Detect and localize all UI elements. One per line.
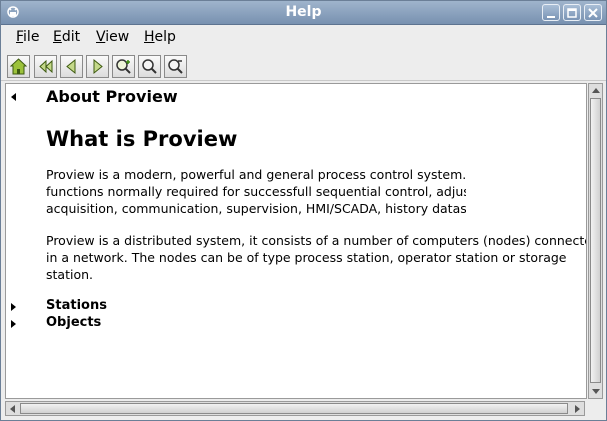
maximize-icon [567,8,577,18]
minimize-button[interactable] [542,4,560,21]
vertical-scroll-thumb[interactable] [590,98,601,383]
toolbar [1,51,606,81]
previous-button[interactable] [60,55,83,78]
next-button[interactable] [86,55,109,78]
menu-file[interactable]: File [16,29,39,45]
expand-stations-icon[interactable] [11,303,16,311]
zoom-out-button[interactable] [164,55,187,78]
maximize-button[interactable] [563,4,581,21]
scroll-right-icon[interactable] [575,405,580,413]
zoom-in-button[interactable] [112,55,135,78]
minimize-icon [547,16,555,18]
menu-bar: File Edit View Help [1,25,606,51]
paragraph-distributed: Proview is a distributed system, it cons… [46,233,586,282]
about-heading[interactable]: About Proview [46,87,178,106]
menu-help[interactable]: Help [144,29,176,45]
window-title: Help [285,4,322,20]
horizontal-scrollbar[interactable] [5,401,585,416]
zoom-in-icon [116,59,131,74]
title-bar[interactable]: Help [1,1,606,25]
scroll-down-icon[interactable] [592,389,600,394]
home-button[interactable] [7,55,30,78]
previous-icon [66,58,76,75]
back-to-start-icon [39,59,53,74]
close-button[interactable] [584,4,602,21]
vertical-scrollbar[interactable] [588,83,603,399]
home-icon [10,58,27,75]
zoom-reset-button[interactable] [138,55,161,78]
horizontal-scroll-thumb[interactable] [20,403,568,414]
close-icon [588,8,598,18]
link-stations[interactable]: Stations [46,298,107,313]
zoom-out-icon [168,59,183,74]
scroll-left-icon[interactable] [10,405,15,413]
zoom-reset-icon [142,59,157,74]
next-icon [93,58,103,75]
scroll-up-icon[interactable] [592,88,600,93]
help-window: Help File Edit View Help About Proview W… [0,0,607,421]
page-title: What is Proview [46,127,238,151]
paragraph-intro: Proview is a modern, powerful and genera… [46,167,466,216]
menu-view[interactable]: View [96,29,129,45]
back-to-start-button[interactable] [34,55,57,78]
help-content: About Proview What is Proview Proview is… [5,83,587,399]
collapse-back-icon[interactable] [11,93,16,101]
link-objects[interactable]: Objects [46,315,101,330]
menu-edit[interactable]: Edit [53,29,80,45]
expand-objects-icon[interactable] [11,320,16,328]
